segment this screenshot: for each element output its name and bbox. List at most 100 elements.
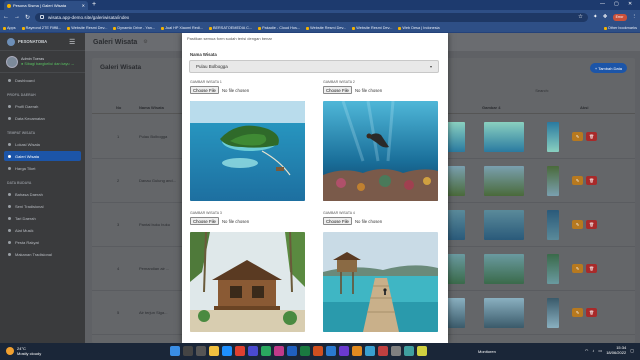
extensions-icon[interactable]: ✦ [593, 14, 598, 20]
sidebar-item[interactable]: Makanan Tradisional [4, 249, 81, 259]
sidebar-item[interactable]: Bahasa Daerah [4, 189, 81, 199]
powerpoint-icon[interactable] [313, 346, 323, 356]
bookmark-item[interactable]: Website Resmi Dev... [306, 26, 346, 30]
app-icon[interactable] [404, 346, 414, 356]
tab-close-icon[interactable]: ✕ [82, 3, 85, 8]
choose-file-button[interactable]: Choose File [190, 217, 219, 225]
weather-widget[interactable]: 24°C Mostly cloudy [6, 346, 41, 356]
nav-dot-icon [8, 228, 11, 232]
choose-file-button[interactable]: Choose File [190, 86, 219, 94]
sidebar-item[interactable]: Dashboard [4, 75, 81, 85]
sidebar-item[interactable]: Seni Tradisional [4, 201, 81, 211]
bookmark-item[interactable]: Rayeond 2TE Fliff8... [21, 26, 61, 30]
bookmark-label: Website Resmi Dev... [356, 26, 393, 30]
url-input[interactable]: wisata.app-demo.site/galeriwisata/index … [35, 12, 588, 22]
back-icon[interactable]: ← [3, 14, 9, 20]
volume-icon[interactable]: ♪ [592, 348, 594, 353]
delete-button[interactable]: 🗑 [586, 220, 597, 229]
app-icon[interactable] [378, 346, 388, 356]
delete-button[interactable]: 🗑 [586, 132, 597, 141]
bookmark-item[interactable]: Website Resmi Dev... [352, 26, 392, 30]
delete-button[interactable]: 🗑 [586, 176, 597, 185]
excel-icon[interactable] [300, 346, 310, 356]
choose-file-button[interactable]: Choose File [323, 86, 352, 94]
browser-tab[interactable]: Pesona Sisma | Galeri Wisata ✕ [4, 1, 88, 10]
thumbnail-image [484, 166, 524, 196]
app-icon[interactable] [339, 346, 349, 356]
notification-icon[interactable]: ▢ [630, 348, 634, 353]
app-icon[interactable] [391, 346, 401, 356]
thumbnail-image [445, 298, 465, 328]
app-icon[interactable] [365, 346, 375, 356]
wifi-icon[interactable]: ◠ [585, 348, 589, 353]
nav-section-title: PROFIL DAERAH [7, 93, 36, 97]
menu-toggle-icon[interactable]: ☰ [69, 38, 75, 46]
edit-button[interactable]: ✎ [572, 264, 583, 273]
sidebar-item[interactable]: Profil Daerah [4, 101, 81, 111]
wisata-select[interactable]: Pulau Bolbogga ▾ [189, 60, 439, 73]
new-tab-icon[interactable]: + [92, 1, 96, 9]
bookmark-item[interactable]: Apps [3, 26, 16, 30]
edit-button[interactable]: ✎ [572, 220, 583, 229]
bookmark-item[interactable]: Dynamic Drive - Yan... [113, 26, 155, 30]
thumbnail-image [484, 122, 524, 152]
profile-button[interactable]: Error [612, 13, 627, 21]
app-icon[interactable] [274, 346, 284, 356]
bookmark-label: Web Desa | Indonesia [402, 26, 440, 30]
bookmark-item[interactable]: Website Resmi Dev... [67, 26, 107, 30]
teams-icon[interactable] [248, 346, 258, 356]
whatsapp-icon[interactable] [261, 346, 271, 356]
col-gambar4: Gambar 4 [482, 105, 501, 110]
bookmark-item[interactable]: Web Desa | Indonesia [398, 26, 440, 30]
file-explorer-icon[interactable] [209, 346, 219, 356]
gallery-field-2: GAMBAR WISATA 2 Choose File No file chose… [323, 80, 441, 94]
maximize-icon[interactable]: ▢ [614, 1, 619, 7]
bookmark-item[interactable]: Jual HP Xiaomi Redi... [161, 26, 203, 30]
start-icon[interactable] [170, 346, 180, 356]
task-view-icon[interactable] [196, 346, 206, 356]
add-data-button[interactable]: + Tambah Data [589, 63, 627, 73]
edit-button[interactable]: ✎ [572, 132, 583, 141]
clock[interactable]: 15:34 18/06/2022 [606, 345, 626, 355]
word-icon[interactable] [287, 346, 297, 356]
sidebar-item[interactable]: Tari Daerah [4, 213, 81, 223]
edit-button[interactable]: ✎ [572, 308, 583, 317]
bookmark-icon [352, 26, 356, 30]
reload-icon[interactable]: ↻ [25, 14, 30, 21]
add-gallery-modal: Pastikan semua form sudah terisi dengan … [182, 33, 448, 343]
forward-icon[interactable]: → [14, 14, 20, 20]
file-status: No file chosen [354, 218, 383, 224]
edit-button[interactable]: ✎ [572, 176, 583, 185]
sidebar-item[interactable]: Pesta Rakyat [4, 237, 81, 247]
bookmark-item[interactable]: BERSATOEMEDIA C... [208, 26, 252, 30]
vscode-icon[interactable] [326, 346, 336, 356]
thumbnail-image [484, 254, 524, 284]
edge-icon[interactable] [222, 346, 232, 356]
delete-button[interactable]: 🗑 [586, 308, 597, 317]
minimize-icon[interactable]: — [600, 1, 605, 7]
star-icon[interactable]: ☆ [578, 14, 583, 20]
delete-button[interactable]: 🗑 [586, 264, 597, 273]
battery-icon[interactable]: ▭ [598, 348, 602, 353]
app-icon[interactable] [417, 346, 427, 356]
settings-icon[interactable]: ⚙ [143, 39, 147, 45]
bookmark-label: Website Resmi Dev... [71, 26, 108, 30]
sidebar-item[interactable]: Alat Musik [4, 225, 81, 235]
choose-file-button[interactable]: Choose File [323, 217, 352, 225]
date: 18/06/2022 [606, 350, 627, 355]
other-bookmarks[interactable]: Other bookmarks [603, 26, 637, 30]
search-icon[interactable] [183, 346, 193, 356]
menu-dots-icon[interactable]: ⋮ [632, 14, 638, 20]
sidebar-item[interactable]: Lokasi Wisata [4, 139, 81, 149]
thumbnail-image [484, 210, 524, 240]
puzzle-icon[interactable]: ❖ [603, 14, 608, 20]
user-panel: Admin Toeras ● Sibagi bangkeliui dan kay… [0, 51, 85, 73]
bookmark-item[interactable]: Pakadie - Cloud Hos... [258, 26, 300, 30]
sidebar-item[interactable]: Harga Tiket [4, 163, 81, 173]
sidebar-item[interactable]: Data Kecamatan [4, 113, 81, 123]
row-number: 4 [117, 266, 120, 271]
chrome-icon[interactable] [235, 346, 245, 356]
window-close-icon[interactable]: ✕ [628, 1, 632, 7]
sidebar-item[interactable]: Galeri Wisata [4, 151, 81, 161]
app-icon[interactable] [352, 346, 362, 356]
